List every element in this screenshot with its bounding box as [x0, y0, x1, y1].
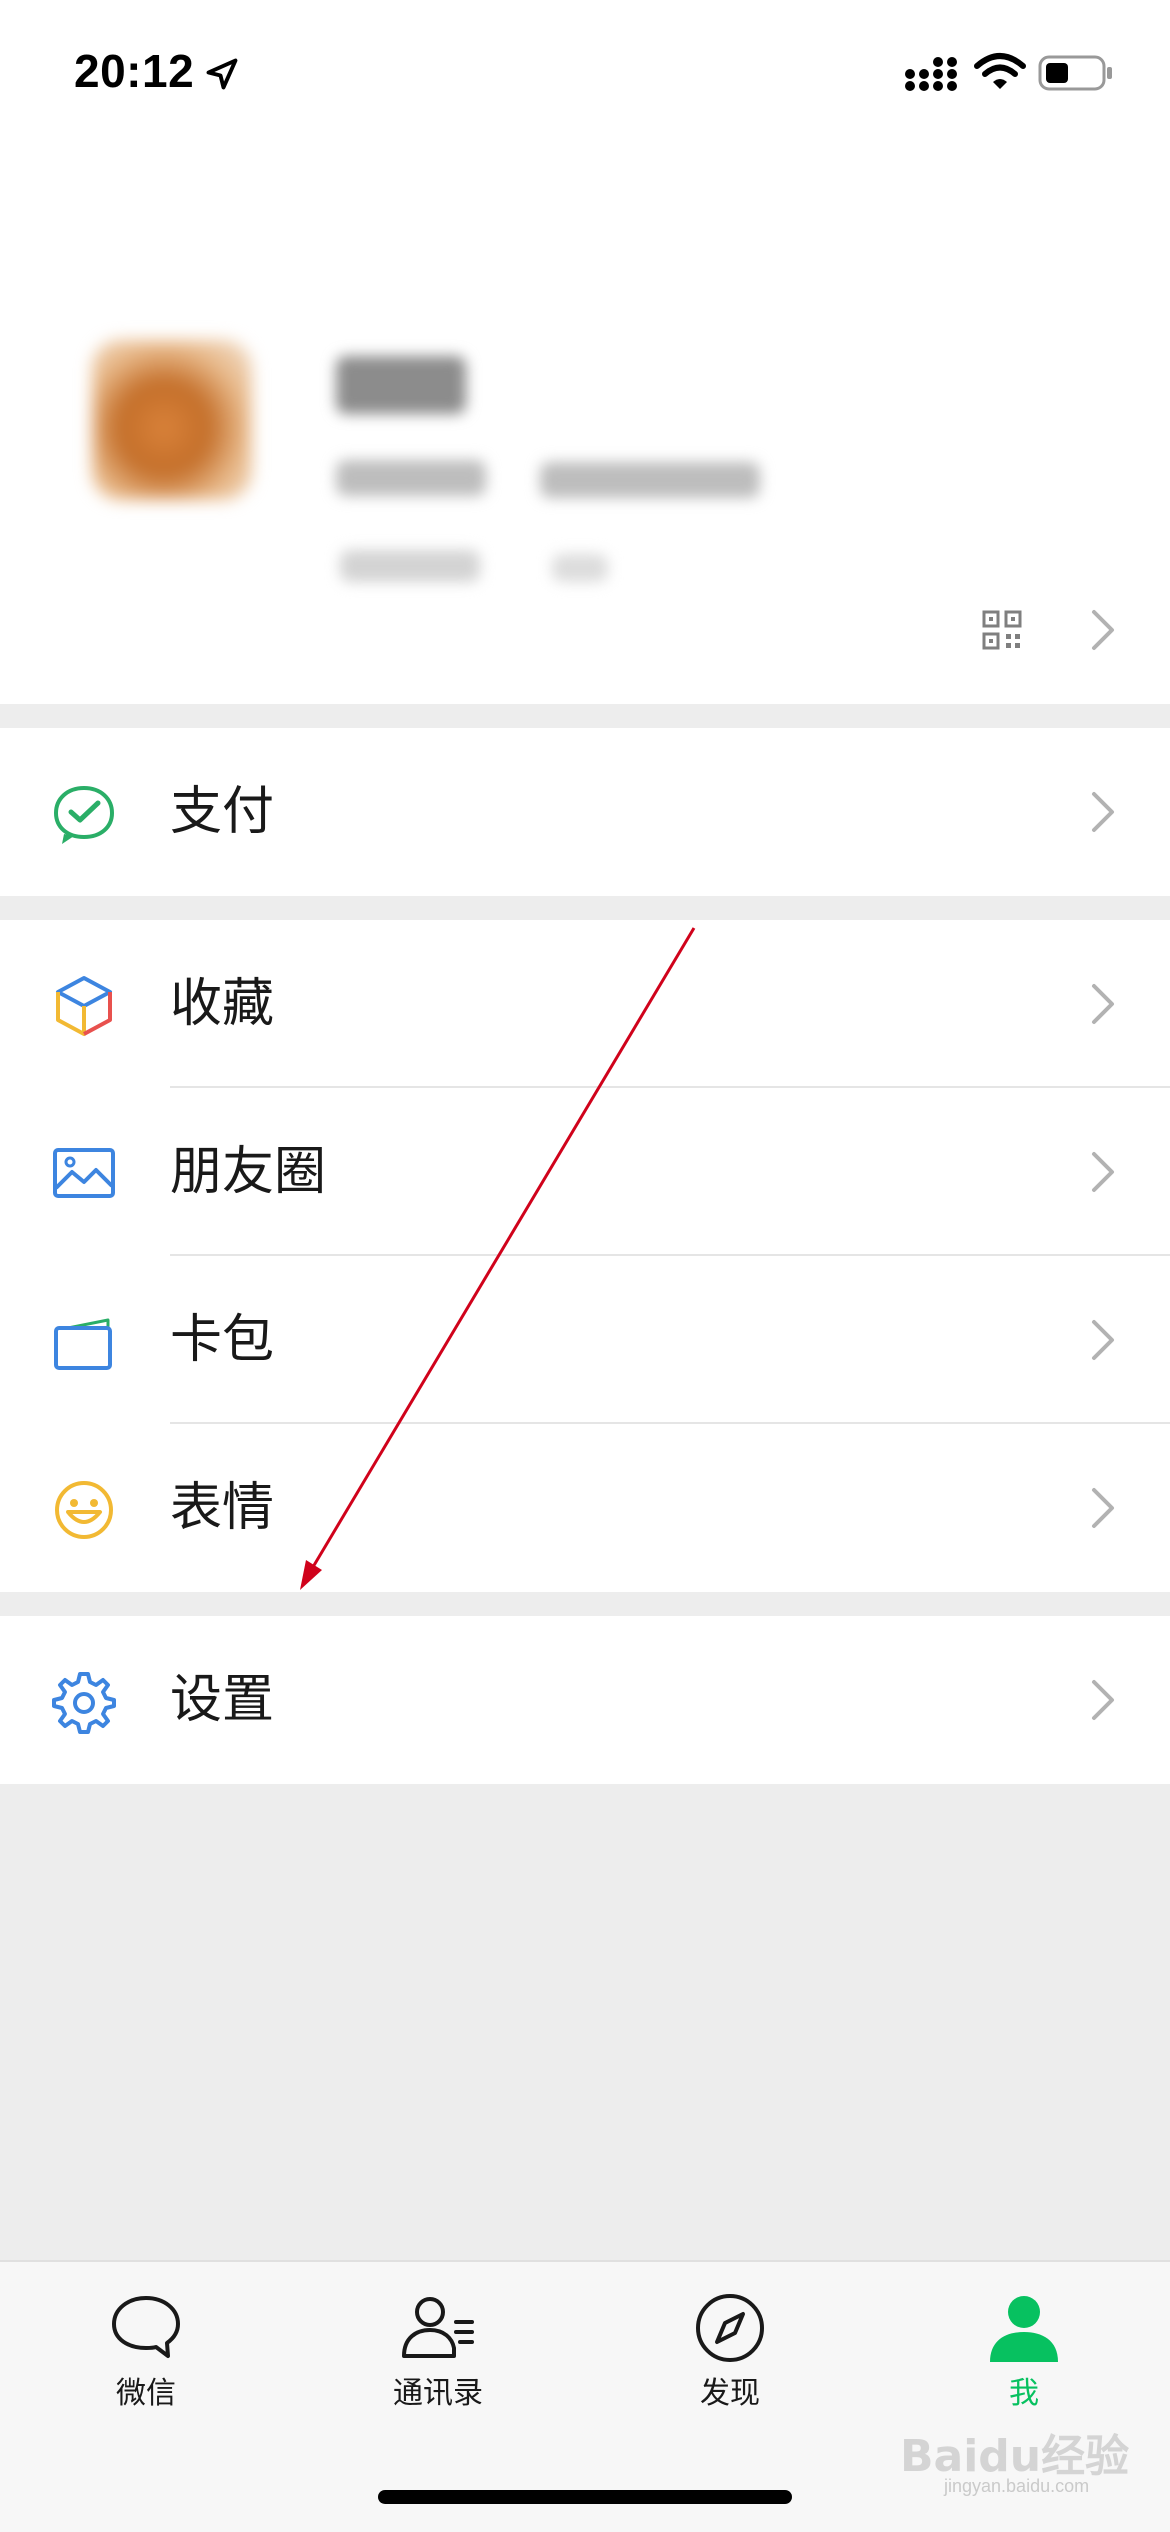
wechat-id-value-blurred — [540, 462, 760, 498]
status-time: 20:12 — [74, 45, 195, 97]
chevron-right-icon — [1092, 984, 1114, 1024]
contacts-person-icon — [402, 2297, 474, 2358]
menu-item-label: 支付 — [170, 783, 275, 841]
chat-bubble-icon — [112, 2296, 180, 2358]
wechat-id-blurred — [336, 460, 486, 496]
tab-contacts[interactable]: 通讯录 — [338, 2292, 538, 2432]
avatar[interactable] — [92, 340, 252, 500]
profile-chevron-icon[interactable] — [1090, 608, 1116, 652]
menu-item-moments[interactable]: 朋友圈 — [0, 1088, 1170, 1256]
baidu-watermark-url: jingyan.baidu.com — [944, 2476, 1090, 2496]
tab-discover[interactable]: 发现 — [630, 2292, 830, 2432]
tab-label: 发现 — [700, 2377, 760, 2410]
cellular-signal-icon — [905, 57, 957, 91]
status-extra-blurred — [552, 554, 608, 582]
chevron-right-icon — [1092, 1152, 1114, 1192]
services-group: 收藏 朋友圈 卡包 表情 — [0, 920, 1170, 1592]
moments-photo-icon — [53, 1148, 115, 1198]
menu-item-label: 卡包 — [170, 1311, 275, 1369]
wechat-me-screen: 20:12 支付 收藏 朋友圈 卡包 表情 设置 微信 通讯录 发现 我 Bai… — [0, 0, 1170, 2532]
menu-item-pay[interactable]: 支付 — [0, 728, 1170, 896]
qr-code-icon[interactable] — [982, 610, 1022, 650]
tab-chats[interactable]: 微信 — [46, 2292, 246, 2432]
menu-item-label: 表情 — [170, 1479, 275, 1537]
settings-group: 设置 — [0, 1616, 1170, 1784]
menu-item-label: 朋友圈 — [170, 1143, 327, 1201]
menu-item-label: 收藏 — [170, 975, 275, 1033]
status-bar: 20:12 — [0, 0, 1170, 150]
chevron-right-icon — [1092, 1320, 1114, 1360]
menu-item-stickers[interactable]: 表情 — [0, 1424, 1170, 1592]
profile-header[interactable] — [0, 150, 1170, 704]
pay-icon — [53, 785, 115, 844]
menu-item-label: 设置 — [170, 1671, 275, 1729]
chevron-right-icon — [1092, 792, 1114, 832]
baidu-watermark: Baidu经验 — [900, 2431, 1130, 2482]
tab-me[interactable]: 我 — [924, 2292, 1124, 2432]
gear-icon — [52, 1672, 116, 1734]
nickname-blurred — [336, 356, 466, 414]
wifi-icon — [974, 53, 1026, 89]
menu-item-favorites[interactable]: 收藏 — [0, 920, 1170, 1088]
pay-group: 支付 — [0, 728, 1170, 896]
tab-label: 微信 — [116, 2377, 176, 2410]
status-blurred — [340, 550, 480, 582]
menu-item-settings[interactable]: 设置 — [0, 1616, 1170, 1784]
home-indicator — [378, 2490, 792, 2504]
favorites-cube-icon — [56, 976, 112, 1036]
card-wallet-icon — [54, 1318, 112, 1370]
compass-icon — [696, 2294, 764, 2362]
smiley-face-icon — [55, 1481, 113, 1539]
battery-icon — [1038, 55, 1112, 91]
chevron-right-icon — [1092, 1680, 1114, 1720]
location-arrow-icon — [206, 58, 238, 90]
tab-label: 通讯录 — [393, 2377, 483, 2410]
menu-item-cards[interactable]: 卡包 — [0, 1256, 1170, 1424]
tab-label: 我 — [1009, 2377, 1039, 2410]
me-person-icon — [990, 2296, 1058, 2362]
chevron-right-icon — [1092, 1488, 1114, 1528]
